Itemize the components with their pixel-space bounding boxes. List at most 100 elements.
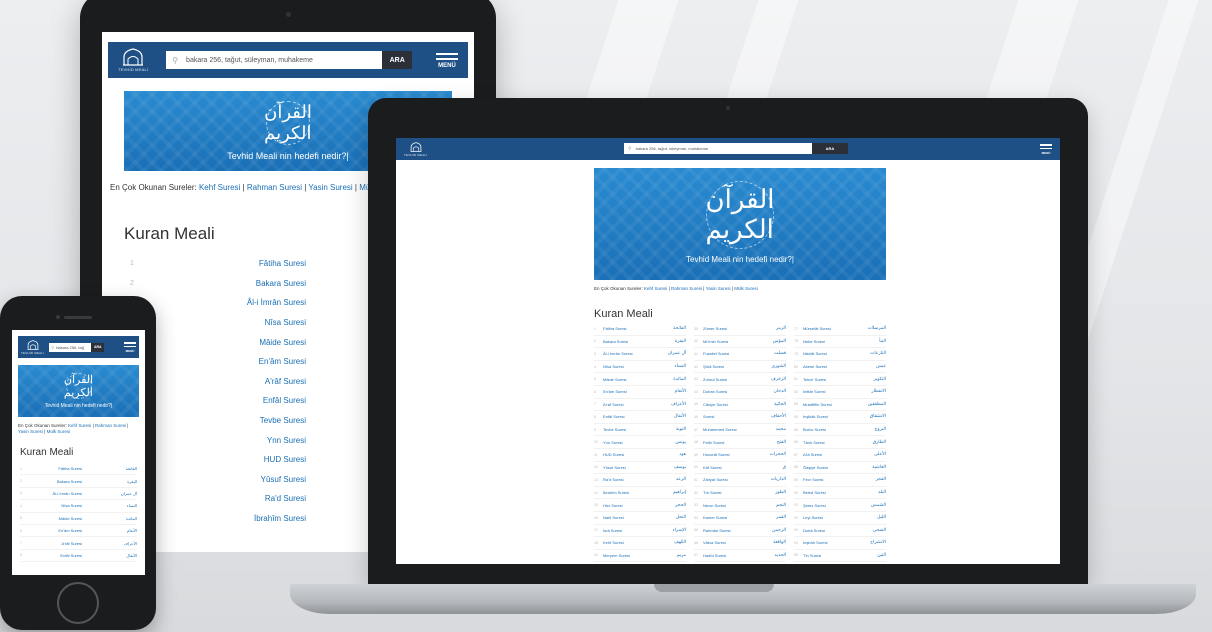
surah-name[interactable]: A'râf Suresi [36, 541, 82, 546]
popular-link[interactable]: Mülk Suresi [734, 286, 758, 291]
surah-name[interactable]: Mü'min Suresi [703, 339, 728, 344]
surah-row[interactable]: 87 A'lâ Suresi الأعلى [794, 449, 886, 462]
surah-row[interactable]: 10 Ynn Suresi يونس [594, 436, 686, 449]
popular-link[interactable]: Yasin Suresi [308, 183, 352, 192]
surah-row[interactable]: 86 Târık Suresi الطارق [794, 436, 886, 449]
menu-button[interactable]: MENÜ [436, 51, 458, 69]
surah-row[interactable]: 17 İsrâ Suresi الإسراء [594, 525, 686, 538]
surah-row[interactable]: 12 Yûsuf Suresi يوسف [594, 462, 686, 475]
surah-name[interactable]: Şems Suresi [803, 503, 826, 508]
menu-button[interactable]: MENÜ [124, 341, 136, 353]
surah-name[interactable]: En'âm Suresi [603, 389, 627, 394]
surah-row[interactable]: 42 Şûrâ Suresi الشورى [694, 361, 786, 374]
surah-row[interactable]: 4 Nîsa Suresi النساء [594, 361, 686, 374]
surah-row[interactable]: 13 Ra'd Suresi الرعد [594, 474, 686, 487]
surah-row[interactable]: 88 Ğaşiye Suresi الغاشية [794, 462, 886, 475]
surah-name[interactable]: Ynn Suresi [603, 440, 623, 445]
surah-name[interactable]: Âl-i İmrân Suresi [36, 491, 82, 496]
surah-name[interactable]: İbrahîm Suresi [152, 514, 306, 523]
surah-name[interactable]: Hucurât Suresi [703, 452, 729, 457]
surah-name[interactable]: Fâtiha Suresi [603, 326, 627, 331]
surah-row[interactable]: 8 Enfâl Suresi الأنفال [20, 550, 137, 563]
popular-link[interactable]: Rahman Suresi [95, 423, 126, 428]
surah-name[interactable]: Tekvîr Suresi [803, 377, 826, 382]
surah-name[interactable]: Nâziât Suresi [803, 351, 827, 356]
surah-name[interactable]: Enfâl Suresi [36, 553, 82, 558]
surah-name[interactable]: Âl-i İmrân Suresi [603, 351, 633, 356]
surah-name[interactable]: Abese Suresi [803, 364, 827, 369]
surah-name[interactable]: Târık Suresi [803, 440, 825, 445]
surah-row[interactable]: 53 Necm Suresi النجم [694, 499, 786, 512]
surah-name[interactable]: Nîsa Suresi [36, 503, 82, 508]
surah-row[interactable]: 3 Âl-i İmrân Suresi آل عمران [20, 488, 137, 501]
surah-row[interactable]: 14 İbrahîm Suresi إبراهيم [594, 487, 686, 500]
popular-link[interactable]: Rahman Suresi [247, 183, 302, 192]
popular-link[interactable]: Rahman Suresi [671, 286, 702, 291]
surah-row[interactable]: 85 Burûc Suresi البروج [794, 424, 886, 437]
surah-row[interactable]: 90 Beled Suresi البلد [794, 487, 886, 500]
surah-name[interactable]: Fâtiha Suresi [152, 259, 306, 268]
surah-row[interactable]: 51 Zâriyat Suresi الذاريات [694, 474, 786, 487]
surah-name[interactable]: Zümer Suresi [703, 326, 727, 331]
surah-name[interactable]: Kamer Suresi [703, 515, 727, 520]
surah-row[interactable]: 92 Leyl Suresi الليل [794, 512, 886, 525]
surah-name[interactable]: İbrahîm Suresi [603, 490, 629, 495]
surah-name[interactable]: Âl-i İmrân Suresi [152, 298, 306, 307]
search-button[interactable]: ARA [382, 51, 413, 69]
surah-name[interactable]: Ra'd Suresi [152, 494, 306, 503]
surah-row[interactable]: 3 Âl-i İmrân Suresi آل عمران [594, 348, 686, 361]
site-logo[interactable]: TEVHİD MEALİ [118, 48, 148, 72]
surah-row[interactable]: 1 Fâtiha Suresi الفاتحة [20, 463, 137, 476]
surah-row[interactable]: 77 Mürselât Suresi المرسلات [794, 323, 886, 336]
surah-name[interactable]: İnfitâr Suresi [803, 389, 825, 394]
surah-name[interactable]: En'âm Suresi [152, 357, 306, 366]
surah-name[interactable]: Suresi [703, 414, 714, 419]
surah-name[interactable]: Mâide Suresi [603, 377, 626, 382]
surah-name[interactable]: Kehf Suresi [603, 540, 624, 545]
surah-row[interactable]: 84 İnşikâk Suresi الانشقاق [794, 411, 886, 424]
surah-row[interactable]: 50 Kâf Suresi ق [694, 462, 786, 475]
surah-row[interactable]: 96Alak Suresiالعلق [794, 562, 886, 564]
surah-row[interactable]: 5 Mâide Suresi المائدة [594, 373, 686, 386]
surah-name[interactable]: En'âm Suresi [36, 528, 82, 533]
popular-link[interactable]: Yasin Suresi [18, 429, 43, 434]
search-input[interactable]: ⚲ bakara 256, tağut, süleyman, muhakeme [166, 51, 383, 69]
surah-name[interactable]: Mâide Suresi [36, 516, 82, 521]
surah-name[interactable]: Tîn Suresi [803, 553, 821, 558]
surah-row[interactable]: 91 Şems Suresi الشمس [794, 499, 886, 512]
surah-name[interactable]: Duhan Suresi [703, 389, 727, 394]
surah-name[interactable]: Nahl Suresi [603, 515, 624, 520]
surah-name[interactable]: Vâkıa Suresi [703, 540, 726, 545]
surah-row[interactable]: 93 Duhâ Suresi الضحى [794, 525, 886, 538]
search-button[interactable]: ARA [91, 342, 105, 352]
surah-name[interactable]: Tevbe Suresi [152, 416, 306, 425]
surah-row[interactable]: 6 En'âm Suresi الأنعام [20, 525, 137, 538]
surah-name[interactable]: Bakara Suresi [603, 339, 628, 344]
surah-name[interactable]: Hicr Suresi [603, 503, 623, 508]
surah-name[interactable]: Fussilet Suresi [703, 351, 729, 356]
surah-name[interactable]: Beled Suresi [803, 490, 826, 495]
surah-name[interactable]: Nîsa Suresi [152, 318, 306, 327]
surah-name[interactable]: Zâriyat Suresi [703, 477, 728, 482]
surah-name[interactable]: Nîsa Suresi [603, 364, 624, 369]
popular-link[interactable]: Mülk Suresi [47, 429, 71, 434]
surah-row[interactable]: 5 Mâide Suresi المائدة [20, 513, 137, 525]
surah-name[interactable]: Muhammed Suresi [703, 427, 737, 432]
surah-row[interactable]: 40 Mü'min Suresi المؤمن [694, 336, 786, 349]
surah-name[interactable]: Tûr Suresi [703, 490, 721, 495]
surah-name[interactable]: Ra'd Suresi [603, 477, 624, 482]
surah-name[interactable]: Leyl Suresi [803, 515, 823, 520]
surah-row[interactable]: 43 Zuhruf Suresi الزخرف [694, 373, 786, 386]
surah-name[interactable]: Câsiye Suresi [703, 402, 728, 407]
surah-row[interactable]: 82 İnfitâr Suresi الانفطار [794, 386, 886, 399]
surah-row[interactable]: 44 Duhan Suresi الدخان [694, 386, 786, 399]
surah-row[interactable]: 16 Nahl Suresi النحل [594, 512, 686, 525]
surah-name[interactable]: A'lâ Suresi [803, 452, 822, 457]
surah-name[interactable]: A'râf Suresi [152, 377, 306, 386]
surah-name[interactable]: Şûrâ Suresi [703, 364, 724, 369]
surah-row[interactable]: 45 Câsiye Suresi الجاثية [694, 399, 786, 412]
surah-row[interactable]: 1 Fâtiha Suresi الفاتحة [594, 323, 686, 336]
surah-name[interactable]: Fecr Suresi [803, 477, 823, 482]
surah-row[interactable]: 15 Hicr Suresi الحجر [594, 499, 686, 512]
surah-row[interactable]: 4 Nîsa Suresi النساء [20, 500, 137, 513]
